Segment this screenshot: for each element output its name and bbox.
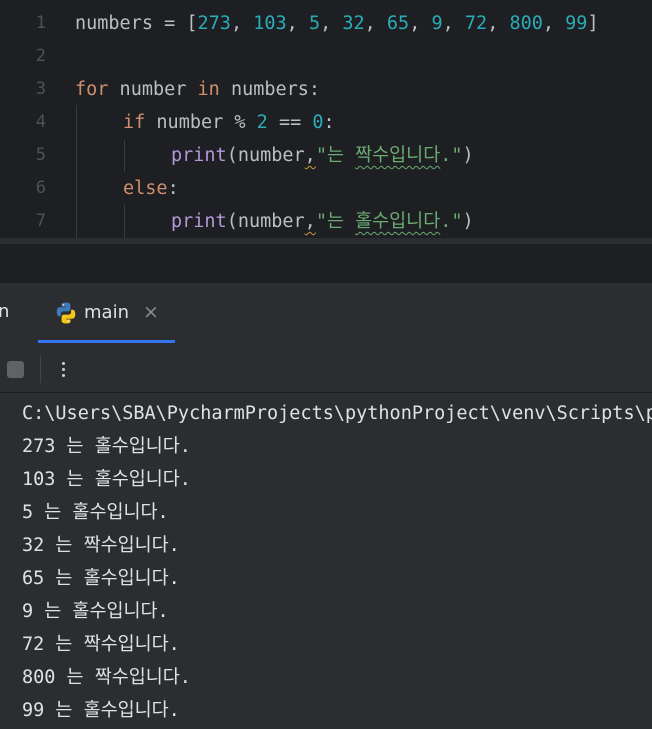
tool-window-title[interactable]: n	[0, 301, 9, 322]
separator: ,	[542, 13, 566, 34]
arguments: (number	[226, 211, 305, 232]
run-tool-window-tabs: n main ×	[0, 282, 652, 343]
comma-warning: ,	[304, 145, 316, 166]
separator: ,	[286, 13, 309, 34]
python-icon	[56, 302, 76, 324]
colon: :	[323, 112, 335, 133]
keyword: for	[75, 79, 109, 100]
number-literal: 0	[312, 112, 324, 133]
console-line: 32 는 짝수입니다.	[22, 535, 180, 556]
string-literal-typo: 홀수입니다	[355, 211, 441, 232]
paren: )	[462, 145, 474, 166]
console-line: 5 는 홀수입니다.	[22, 502, 169, 523]
number-literal: 2	[256, 112, 268, 133]
arguments: (number	[226, 145, 305, 166]
number-literal: 99	[565, 13, 588, 34]
code-line-1[interactable]: numbers = [273, 103, 5, 32, 65, 9, 72, 8…	[75, 7, 599, 40]
more-vertical-icon[interactable]	[56, 355, 72, 383]
number-literal: 5	[308, 13, 321, 34]
paren: )	[462, 211, 474, 232]
comma-warning: ,	[304, 211, 316, 232]
code-area[interactable]: numbers = [273, 103, 5, 32, 65, 9, 72, 8…	[0, 0, 652, 238]
operator: =	[152, 13, 187, 34]
separator: ,	[320, 13, 343, 34]
console-line: 273 는 홀수입니다.	[22, 436, 191, 457]
number-literal: 72	[464, 13, 488, 34]
console-line: 72 는 짝수입니다.	[22, 634, 180, 655]
string-literal-typo: 짝수입니다	[355, 145, 441, 166]
tab-main[interactable]: main ×	[38, 283, 175, 343]
bracket: [	[186, 13, 198, 34]
keyword: else	[123, 178, 168, 199]
bracket: ]	[587, 13, 599, 34]
string-literal: "는	[315, 145, 356, 166]
code-line-7[interactable]: print(number,"는 홀수입니다.")	[171, 205, 474, 238]
run-toolbar	[0, 343, 652, 393]
number-literal: 103	[253, 13, 287, 34]
panel-splitter[interactable]	[0, 244, 652, 282]
number-literal: 9	[431, 13, 443, 34]
expression: number %	[145, 112, 257, 133]
string-literal: ."	[440, 145, 463, 166]
console-line: 65 는 홀수입니다.	[22, 568, 180, 589]
code-line-5[interactable]: print(number,"는 짝수입니다.")	[171, 139, 474, 172]
indent-guide	[76, 105, 77, 238]
console-output[interactable]: C:\Users\SBA\PycharmProjects\pythonProje…	[0, 393, 652, 729]
separator: ,	[442, 13, 465, 34]
separator: ,	[409, 13, 432, 34]
number-literal: 65	[386, 13, 410, 34]
tab-label: main	[84, 302, 129, 323]
identifier: numbers	[75, 13, 153, 34]
console-line: 99 는 홀수입니다.	[22, 700, 180, 721]
operator: ==	[267, 112, 313, 133]
code-line-6[interactable]: else:	[123, 172, 179, 205]
number-literal: 32	[342, 13, 365, 34]
keyword: if	[123, 112, 146, 133]
separator: ,	[487, 13, 510, 34]
number-literal: 273	[197, 13, 231, 34]
separator: ,	[230, 13, 254, 34]
separator: ,	[364, 13, 387, 34]
indent-guide	[124, 205, 125, 238]
identifier: number	[108, 79, 198, 100]
number-literal: 800	[509, 13, 543, 34]
builtin-function: print	[171, 211, 227, 232]
builtin-function: print	[171, 145, 227, 166]
close-icon[interactable]: ×	[143, 301, 159, 323]
indent-guide	[124, 140, 125, 172]
colon: :	[167, 178, 179, 199]
console-line: C:\Users\SBA\PycharmProjects\pythonProje…	[22, 403, 652, 424]
console-line: 103 는 홀수입니다.	[22, 469, 191, 490]
code-line-4[interactable]: if number % 2 == 0:	[123, 106, 335, 139]
console-line: 9 는 홀수입니다.	[22, 601, 169, 622]
keyword: in	[197, 79, 220, 100]
identifier: numbers:	[219, 79, 321, 100]
string-literal: "는	[315, 211, 356, 232]
stop-icon[interactable]	[7, 361, 24, 378]
code-editor[interactable]: 1 2 3 4 5 6 7 numbers = [273, 103, 5, 32…	[0, 0, 652, 238]
string-literal: ."	[440, 211, 463, 232]
toolbar-divider	[40, 355, 41, 383]
code-line-3[interactable]: for number in numbers:	[75, 73, 320, 106]
console-line: 800 는 짝수입니다.	[22, 667, 191, 688]
